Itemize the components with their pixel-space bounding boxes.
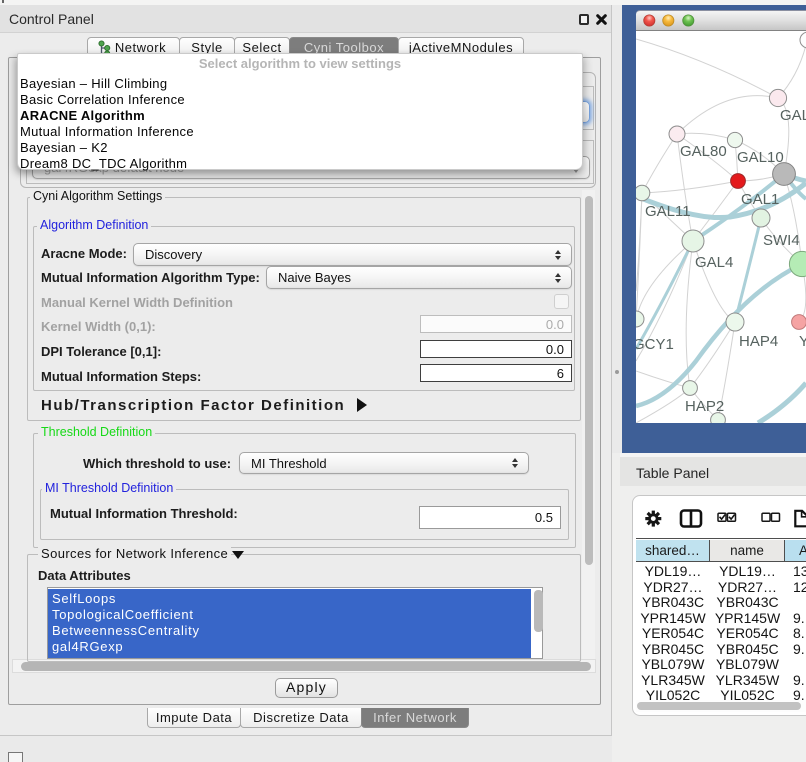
svg-text:GAL7: GAL7 [780,107,806,124]
svg-text:HAP4: HAP4 [739,333,778,350]
svg-text:GAL1: GAL1 [741,191,779,208]
svg-text:GAL80: GAL80 [680,143,727,160]
svg-text:GAL4: GAL4 [695,254,733,271]
svg-text:SWI4: SWI4 [763,232,800,249]
svg-text:GAL11: GAL11 [645,203,691,220]
svg-text:GCY1: GCY1 [636,336,674,353]
svg-text:HAP2: HAP2 [685,398,724,415]
svg-text:GAL10: GAL10 [737,149,784,166]
svg-text:YE: YE [799,333,806,350]
